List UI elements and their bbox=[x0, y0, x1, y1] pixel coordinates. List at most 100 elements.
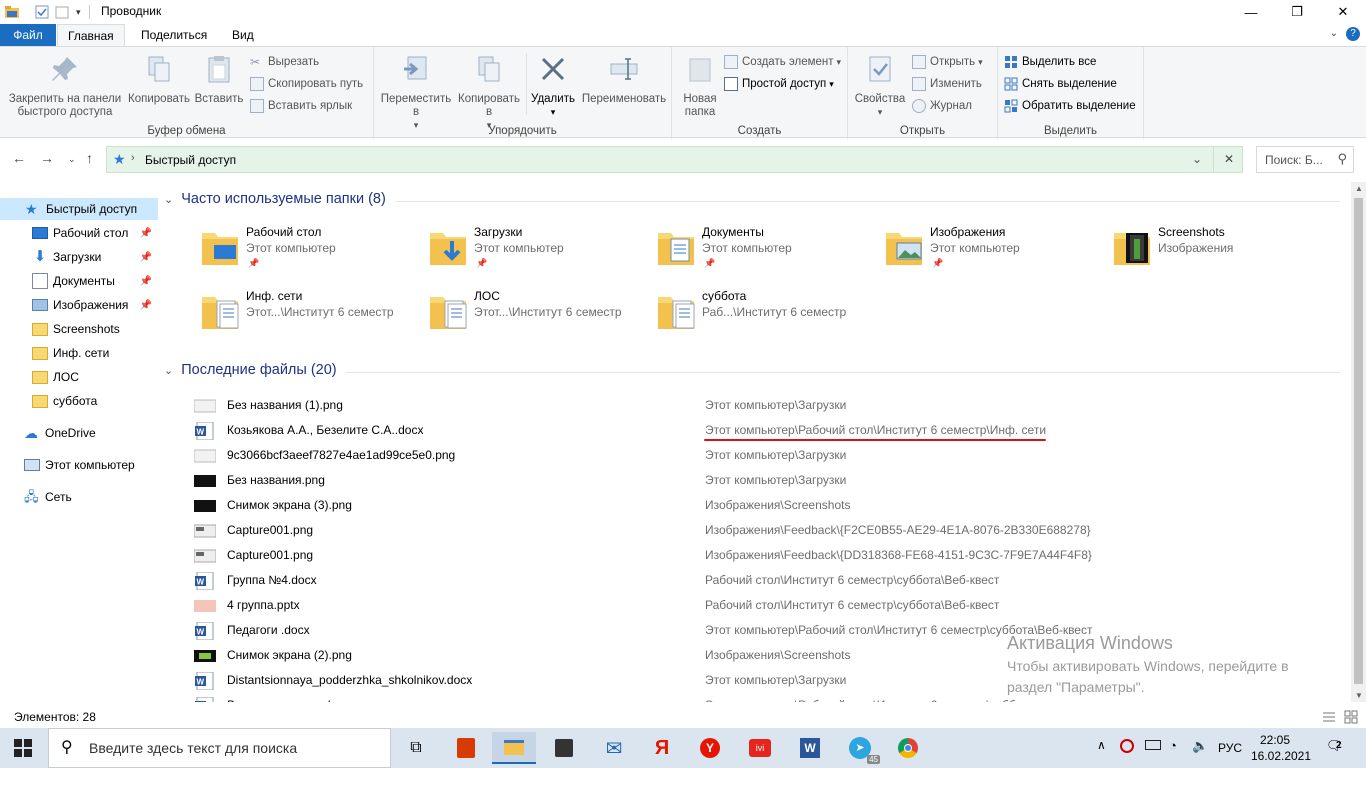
large-icons-view-icon[interactable] bbox=[1344, 710, 1358, 724]
search-input[interactable]: Поиск: Б... ⚲ bbox=[1256, 146, 1354, 173]
task-view-icon[interactable]: ⧉ bbox=[394, 732, 438, 764]
svg-text:W: W bbox=[197, 578, 205, 587]
details-view-icon[interactable] bbox=[1322, 710, 1336, 724]
recent-files-header[interactable]: ⌄ Последние файлы (20) bbox=[164, 362, 337, 378]
restore-button[interactable]: ❐ bbox=[1274, 0, 1320, 24]
ivi-app-icon[interactable]: ivi bbox=[738, 732, 782, 764]
back-arrow-icon[interactable]: ← bbox=[12, 150, 26, 166]
folder-tile[interactable]: Инф. сети Этот...\Институт 6 семестр bbox=[200, 287, 420, 343]
wifi-icon[interactable]: ◔ bbox=[1169, 738, 1177, 778]
clear-address-icon[interactable]: ✕ bbox=[1224, 152, 1234, 166]
tab-share[interactable]: Поделиться bbox=[131, 24, 217, 46]
yandex-browser-icon[interactable]: Y bbox=[688, 732, 732, 764]
nav-this-pc[interactable]: Этот компьютер bbox=[0, 454, 158, 476]
mail-app-icon[interactable]: ✉ bbox=[592, 732, 636, 764]
properties-qat-icon[interactable] bbox=[34, 4, 50, 20]
open-button[interactable]: Открыть ▾ bbox=[912, 53, 983, 71]
address-dropdown-icon[interactable]: ⌄ bbox=[1192, 152, 1202, 166]
nav-onedrive[interactable]: ☁ OneDrive bbox=[0, 422, 158, 444]
copy-path-button[interactable]: Скопировать путь bbox=[250, 75, 363, 93]
delete-button[interactable]: Удалить ▾ bbox=[528, 53, 578, 119]
copy-to-button[interactable]: Копировать в ▾ bbox=[454, 53, 524, 132]
forward-arrow-icon[interactable]: → bbox=[40, 150, 54, 166]
recent-locations-chevron-icon[interactable]: ⌄ bbox=[68, 154, 76, 165]
folder-tile[interactable]: суббота Раб...\Институт 6 семестр bbox=[656, 287, 876, 343]
tray-chevron-icon[interactable]: ∧ bbox=[1097, 738, 1106, 778]
taskbar-search-input[interactable]: ⚲ Введите здесь текст для поиска bbox=[48, 728, 391, 768]
store-app-icon[interactable] bbox=[542, 732, 586, 764]
volume-icon[interactable]: 🔈 bbox=[1192, 738, 1208, 778]
chrome-app-icon[interactable] bbox=[886, 732, 930, 764]
clock-date[interactable]: 16.02.2021 bbox=[1250, 749, 1312, 789]
windows-start-icon[interactable] bbox=[14, 739, 32, 757]
nav-item-documents[interactable]: Документы 📌 bbox=[0, 270, 158, 292]
explorer-taskbar-icon[interactable] bbox=[492, 732, 536, 764]
folder-tile[interactable]: ЛОС Этот...\Институт 6 семестр bbox=[428, 287, 648, 343]
folder-tile[interactable]: Документы Этот компьютер 📌 bbox=[656, 223, 876, 279]
nav-item-desktop[interactable]: Рабочий стол 📌 bbox=[0, 222, 158, 244]
tab-home[interactable]: Главная bbox=[57, 24, 125, 46]
easy-access-button[interactable]: Простой доступ ▾ bbox=[724, 75, 834, 93]
edit-button[interactable]: Изменить bbox=[912, 75, 982, 93]
folder-tile[interactable]: Загрузки Этот компьютер 📌 bbox=[428, 223, 648, 279]
nav-item-los[interactable]: ЛОС bbox=[0, 366, 158, 388]
minimize-button[interactable]: — bbox=[1228, 0, 1274, 24]
file-row[interactable]: W Группа №4.docx Рабочий стол\Институт 6 с… bbox=[190, 568, 1340, 593]
invert-selection-button[interactable]: Обратить выделение bbox=[1004, 97, 1136, 115]
folder-tile[interactable]: Изображения Этот компьютер 📌 bbox=[884, 223, 1104, 279]
history-button[interactable]: Журнал bbox=[912, 97, 972, 115]
address-bar[interactable]: ★ › Быстрый доступ ⌄ ✕ bbox=[106, 146, 1243, 173]
file-row[interactable]: 9c3066bcf3aeef7827e4ae1ad99ce5e0.png Этот… bbox=[190, 443, 1340, 468]
nav-quick-access[interactable]: ★ Быстрый доступ bbox=[0, 198, 158, 220]
help-icon[interactable]: ? bbox=[1346, 27, 1360, 41]
folder-tile[interactable]: Screenshots Изображения bbox=[1112, 223, 1332, 279]
breadcrumb[interactable]: Быстрый доступ bbox=[145, 153, 236, 167]
select-all-button[interactable]: Выделить все bbox=[1004, 53, 1096, 71]
up-arrow-icon[interactable]: ↑ bbox=[86, 150, 93, 166]
frequent-folders-header[interactable]: ⌄ Часто используемые папки (8) bbox=[164, 191, 386, 207]
paste-shortcut-button[interactable]: Вставить ярлык bbox=[250, 97, 352, 115]
tab-view[interactable]: Вид bbox=[222, 24, 264, 46]
battery-icon[interactable] bbox=[1145, 739, 1161, 779]
select-none-button[interactable]: Снять выделение bbox=[1004, 75, 1117, 93]
file-row[interactable]: Capture001.png Изображения\Feedback\{DD31… bbox=[190, 543, 1340, 568]
ribbon-expand-icon[interactable]: ⌄ bbox=[1330, 28, 1338, 39]
file-row[interactable]: Снимок экрана (3).png Изображения\Screens… bbox=[190, 493, 1340, 518]
quick-access-toolbar: ▾ bbox=[0, 0, 90, 24]
scrollbar-thumb[interactable] bbox=[1354, 198, 1363, 684]
nav-item-screenshots[interactable]: Screenshots bbox=[0, 318, 158, 340]
file-row[interactable]: Без названия.png Этот компьютер\Загрузки bbox=[190, 468, 1340, 493]
close-button[interactable]: ✕ bbox=[1320, 0, 1366, 24]
office-app-icon[interactable] bbox=[444, 732, 488, 764]
pin-quick-access-button[interactable]: Закрепить на панели быстрого доступа bbox=[6, 53, 124, 119]
nav-item-inf-seti[interactable]: Инф. сети bbox=[0, 342, 158, 364]
antivirus-tray-icon[interactable] bbox=[1120, 739, 1134, 779]
file-row[interactable]: Без названия (1).png Этот компьютер\Загру… bbox=[190, 393, 1340, 418]
tab-file[interactable]: Файл bbox=[0, 24, 56, 46]
scroll-down-icon[interactable]: ▼ bbox=[1355, 691, 1363, 700]
cut-button[interactable]: ✂ Вырезать bbox=[250, 53, 319, 71]
vertical-scrollbar[interactable]: ▲ ▼ bbox=[1351, 182, 1366, 702]
telegram-app-icon[interactable]: ➤ 45 bbox=[838, 732, 882, 764]
nav-item-saturday[interactable]: суббота bbox=[0, 390, 158, 412]
nav-network[interactable]: 🖧 Сеть bbox=[0, 486, 158, 508]
folder-tile[interactable]: Рабочий стол Этот компьютер 📌 bbox=[200, 223, 420, 279]
file-row[interactable]: Capture001.png Изображения\Feedback\{F2CE… bbox=[190, 518, 1340, 543]
create-group-label: Создать bbox=[737, 125, 782, 137]
new-item-button[interactable]: Создать элемент ▾ bbox=[724, 53, 841, 71]
paste-button[interactable]: Вставить bbox=[192, 53, 246, 106]
move-to-button[interactable]: Переместить в ▾ bbox=[378, 53, 454, 132]
copy-button[interactable]: Копировать bbox=[126, 53, 192, 106]
nav-item-downloads[interactable]: ⬇ Загрузки 📌 bbox=[0, 246, 158, 268]
nav-item-pictures[interactable]: Изображения 📌 bbox=[0, 294, 158, 316]
file-row[interactable]: 4 группа.pptx Рабочий стол\Институт 6 сем… bbox=[190, 593, 1340, 618]
scroll-up-icon[interactable]: ▲ bbox=[1355, 184, 1363, 193]
qat-dropdown-icon[interactable]: ▾ bbox=[76, 7, 81, 18]
language-indicator[interactable]: РУС bbox=[1218, 741, 1242, 781]
word-app-icon[interactable]: W bbox=[788, 732, 832, 764]
rename-button[interactable]: Переименовать bbox=[578, 53, 670, 106]
yandex-app-icon[interactable]: Я bbox=[640, 732, 684, 764]
new-folder-button[interactable]: Новая папка bbox=[676, 53, 724, 119]
properties-button[interactable]: Свойства ▾ bbox=[852, 53, 908, 119]
new-folder-qat-icon[interactable] bbox=[54, 4, 70, 20]
